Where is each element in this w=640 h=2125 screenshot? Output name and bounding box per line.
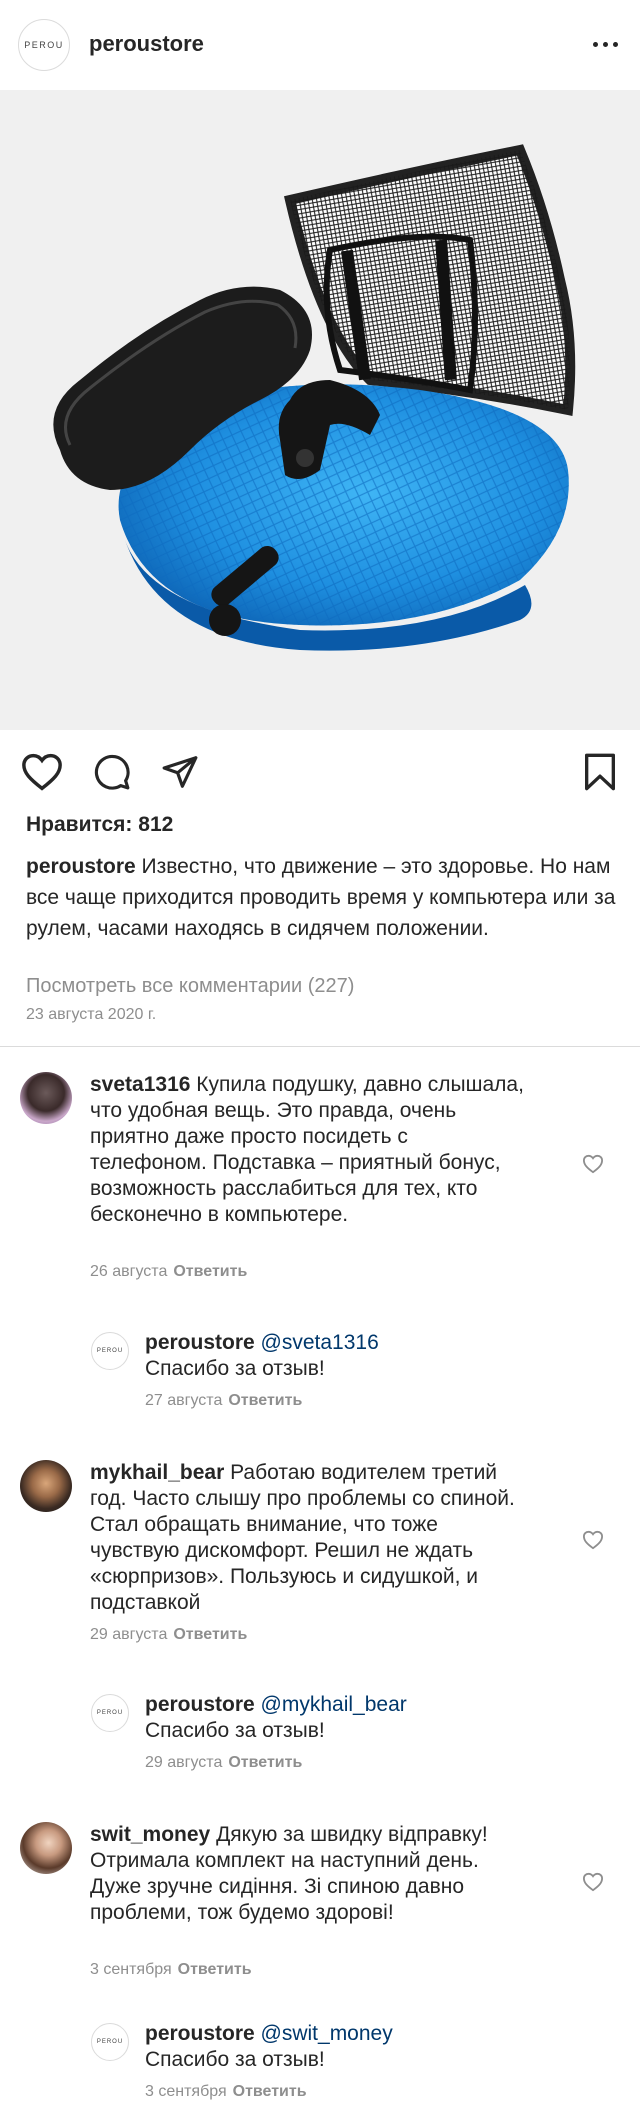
like-heart-icon[interactable] [20,750,64,794]
reply-text: peroustore @mykhail_bear Спасибо за отзы… [145,1692,585,1744]
store-logo-text: PEROU [96,2039,124,2045]
comment-meta: 3 сентября Ответить [90,1961,252,1979]
reply-button[interactable]: Ответить [233,2083,307,2100]
post-image[interactable] [0,90,640,730]
save-bookmark-icon[interactable] [578,750,622,794]
more-horizontal-icon[interactable] [590,37,620,51]
comment-username[interactable]: sveta1316 [90,1073,190,1096]
comment-text: swit_money Дякую за швидку відправку! От… [90,1822,530,1926]
post-header: PEROU peroustore [0,0,640,90]
avatar[interactable] [20,1822,72,1874]
reply-body: Спасибо за отзыв! [145,1719,325,1742]
store-logo-text: PEROU [96,1348,124,1354]
header-username[interactable]: peroustore [89,31,204,57]
reply-body: Спасибо за отзыв! [145,2048,325,2071]
back-support [284,144,576,417]
reply-username[interactable]: peroustore [145,2022,255,2045]
reply-username[interactable]: peroustore [145,1331,255,1354]
comment-meta: 26 августа Ответить [90,1263,247,1281]
comment-text: mykhail_bear Работаю водителем третий го… [90,1460,530,1616]
reply-username[interactable]: peroustore [145,1693,255,1716]
reply-mention-link[interactable]: @sveta1316 [261,1331,379,1354]
reply-date: 3 сентября [145,2083,227,2100]
reply-meta: 27 августа Ответить [145,1392,302,1410]
comment-bubble-icon[interactable] [90,750,134,794]
product-photo [53,144,576,651]
reply-button[interactable]: Ответить [228,1754,302,1771]
reply-mention-link[interactable]: @mykhail_bear [261,1693,407,1716]
comment-like-heart-icon[interactable] [582,1530,604,1550]
view-all-comments-link[interactable]: Посмотреть все комментарии (227) [26,975,354,998]
store-avatar[interactable]: PEROU [91,2023,129,2061]
reply-date: 27 августа [145,1392,223,1409]
caption-username[interactable]: peroustore [26,855,136,878]
store-logo-text: PEROU [24,40,64,50]
comment-text: sveta1316 Купила подушку, давно слышала,… [90,1072,530,1228]
reply-button[interactable]: Ответить [173,1263,247,1280]
comment-date: 3 сентября [90,1961,172,1978]
action-bar [0,740,640,800]
reply-date: 29 августа [145,1754,223,1771]
comment-username[interactable]: mykhail_bear [90,1461,224,1484]
store-avatar[interactable]: PEROU [18,19,70,71]
comment-like-heart-icon[interactable] [582,1872,604,1892]
share-send-icon[interactable] [158,750,202,794]
reply-mention-link[interactable]: @swit_money [261,2022,393,2045]
comment-date: 26 августа [90,1263,168,1280]
avatar[interactable] [20,1460,72,1512]
reply-text: peroustore @sveta1316 Спасибо за отзыв! [145,1330,585,1382]
store-logo-text: PEROU [96,1710,124,1716]
store-avatar[interactable]: PEROU [91,1332,129,1370]
comment-username[interactable]: swit_money [90,1823,210,1846]
post-caption: peroustore Известно, что движение – это … [26,851,626,944]
likes-count[interactable]: Нравится: 812 [26,813,173,837]
comment-meta: 29 августа Ответить [90,1626,247,1644]
avatar[interactable] [20,1072,72,1124]
divider [0,1046,640,1047]
reply-button[interactable]: Ответить [173,1626,247,1643]
reply-button[interactable]: Ответить [228,1392,302,1409]
reply-meta: 29 августа Ответить [145,1754,302,1772]
reply-button[interactable]: Ответить [178,1961,252,1978]
store-avatar[interactable]: PEROU [91,1694,129,1732]
post-date: 23 августа 2020 г. [26,1006,157,1023]
reply-body: Спасибо за отзыв! [145,1357,325,1380]
comment-like-heart-icon[interactable] [582,1154,604,1174]
reply-text: peroustore @swit_money Спасибо за отзыв! [145,2021,585,2073]
comment-date: 29 августа [90,1626,168,1643]
reply-meta: 3 сентября Ответить [145,2083,307,2101]
